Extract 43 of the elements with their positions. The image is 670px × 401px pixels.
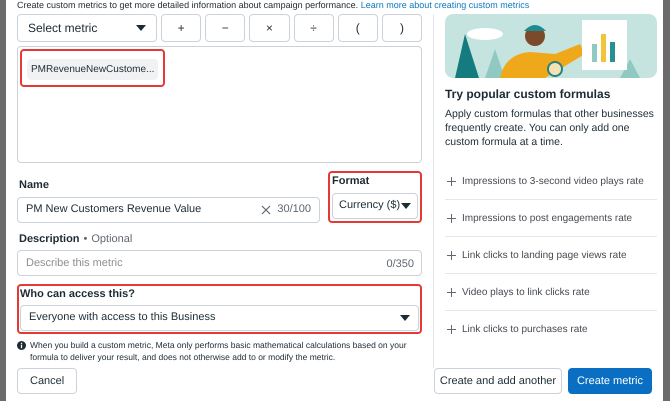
create-and-add-another-button[interactable]: Create and add another	[434, 368, 562, 394]
access-label: Who can access this?	[20, 287, 136, 302]
optional-label: Optional	[91, 232, 132, 246]
sidebar-text: Apply custom formulas that other businesses frequently create. You can only add one custom formula at a time.	[445, 107, 655, 149]
plus-icon	[447, 250, 456, 260]
format-label: Format	[332, 174, 370, 189]
metric-token[interactable]: PMRevenueNewCustome...	[27, 59, 158, 80]
clear-icon[interactable]	[261, 204, 272, 214]
operator-button[interactable]: (	[338, 14, 378, 42]
caret-icon	[136, 25, 146, 31]
plus-icon	[447, 325, 456, 334]
intro-text: Create custom metrics to get more detailed information about campaign performance. Learn more about creating custom metrics	[17, 0, 530, 10]
description-label: Description	[19, 232, 80, 246]
operator-button[interactable]: )	[382, 14, 422, 42]
plus-icon	[447, 176, 456, 186]
formula-suggestion[interactable]: Video plays to link clicks rate	[445, 274, 657, 311]
cancel-button[interactable]: Cancel	[17, 368, 78, 394]
formula-area[interactable]: PMRevenueNewCustome...	[17, 46, 422, 163]
info-icon	[17, 340, 26, 350]
plus-icon	[447, 288, 456, 296]
metric-select[interactable]: Select metric	[17, 14, 157, 42]
name-label: Name	[19, 178, 50, 193]
formula-suggestion[interactable]: Impressions to 3-second video plays rate	[445, 163, 657, 200]
operator-button[interactable]: −	[205, 14, 246, 42]
name-counter: 30/100	[277, 202, 311, 218]
formula-suggestion[interactable]: Impressions to post engagements rate	[445, 200, 657, 237]
caret-icon	[401, 202, 411, 208]
caret-icon	[400, 314, 410, 320]
learn-more-link[interactable]: Learn more about creating custom metrics	[360, 0, 530, 10]
separator-dot: •	[84, 232, 88, 246]
info-note: When you build a custom metric, Meta only performs basic mathematical calculations based on your formula to deliver your result, and does not otherwise add to or modify the metric.	[30, 338, 408, 362]
description-counter: 0/350	[386, 257, 414, 272]
formula-suggestion[interactable]: Link clicks to landing page views rate	[445, 237, 657, 274]
formula-suggestion[interactable]: Link clicks to purchases rate	[445, 311, 657, 348]
operator-button[interactable]: ×	[249, 14, 290, 42]
sidebar-title: Try popular custom formulas	[445, 86, 612, 103]
operator-button[interactable]: ÷	[294, 14, 334, 42]
format-select[interactable]: Currency ($)	[332, 192, 418, 218]
operator-button[interactable]: +	[161, 14, 202, 42]
plus-icon	[447, 214, 456, 222]
name-input[interactable]: PM New Customers Revenue Value 30/100	[17, 196, 320, 222]
create-metric-button[interactable]: Create metric	[568, 368, 652, 394]
access-select[interactable]: Everyone with access to this Business	[20, 304, 419, 330]
